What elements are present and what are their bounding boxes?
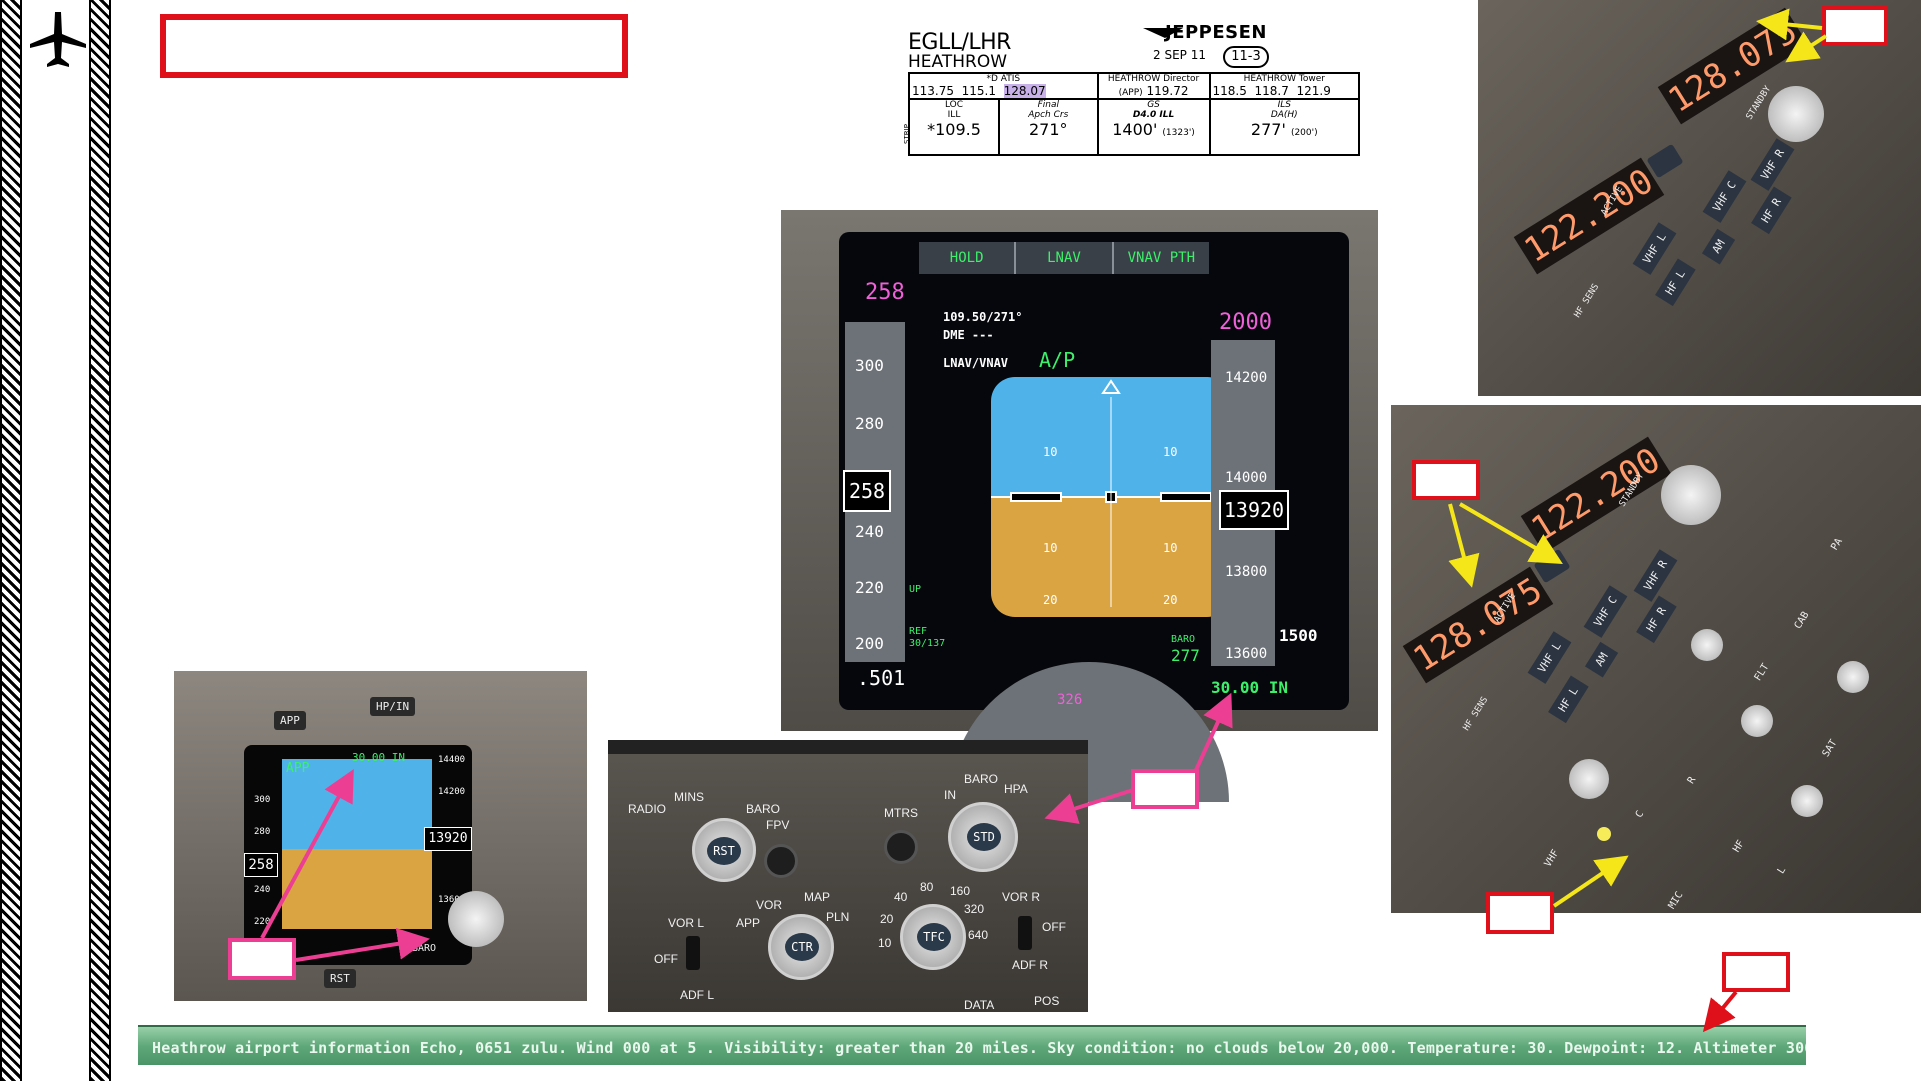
pink-arrow bbox=[260, 692, 1233, 962]
red-arrow bbox=[1702, 990, 1738, 1033]
yellow-arrow bbox=[1448, 8, 1828, 908]
callout-arrows bbox=[260, 8, 1828, 1033]
slide: EGLL/LHR HEATHROW JEPPESEN 2 SEP 11 11-3… bbox=[0, 0, 1921, 1081]
